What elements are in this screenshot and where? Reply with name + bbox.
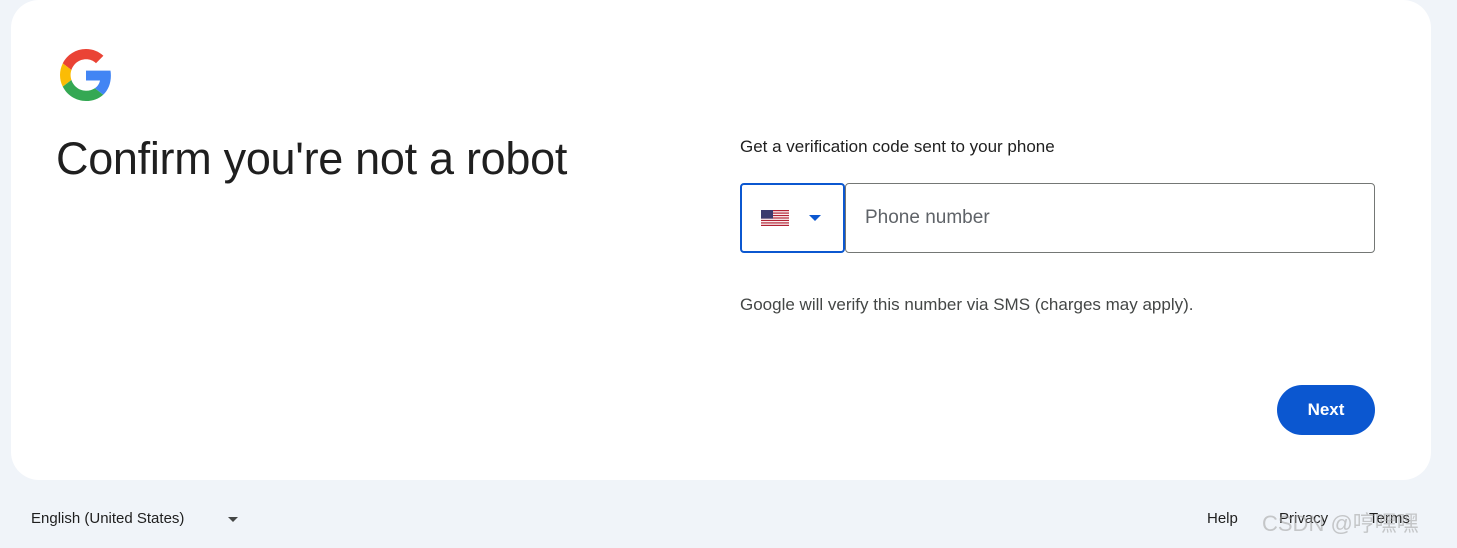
phone-number-input[interactable] (845, 183, 1375, 253)
privacy-link[interactable]: Privacy (1279, 510, 1328, 527)
chevron-down-icon (809, 215, 821, 221)
google-logo-icon (60, 49, 111, 101)
sms-helper-text: Google will verify this number via SMS (… (740, 295, 1194, 314)
us-flag-icon (761, 210, 789, 226)
page-title: Confirm you're not a robot (56, 133, 568, 184)
help-link[interactable]: Help (1207, 510, 1238, 527)
language-select[interactable]: English (United States) (31, 508, 246, 532)
chevron-down-icon (228, 517, 238, 522)
terms-link[interactable]: Terms (1369, 510, 1410, 527)
verification-subtitle: Get a verification code sent to your pho… (740, 137, 1055, 156)
country-code-select[interactable] (740, 183, 845, 253)
next-button[interactable]: Next (1277, 385, 1375, 435)
language-label: English (United States) (31, 510, 185, 527)
